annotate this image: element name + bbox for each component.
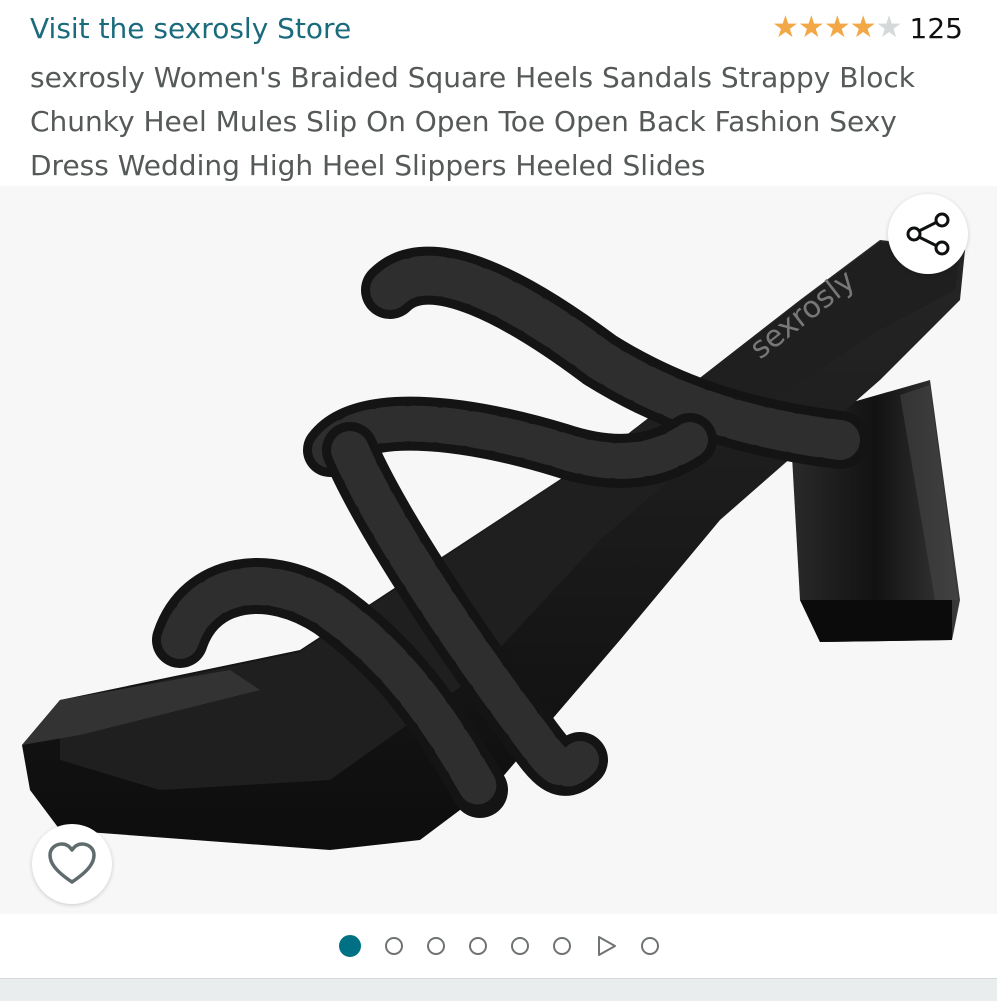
rating-count[interactable]: 125 (910, 12, 963, 45)
pager-dot[interactable] (468, 937, 487, 955)
visit-store-link[interactable]: Visit the sexrosly Store (30, 12, 351, 45)
pager-dot[interactable] (640, 937, 659, 955)
star-empty-icon: ★ (875, 10, 903, 45)
rating-summary[interactable]: ★ ★ ★ ★ ★ 125 (772, 10, 963, 46)
product-title: sexrosly Women's Braided Square Heels Sa… (30, 61, 915, 182)
product-image-gallery[interactable]: sexrosly (0, 186, 997, 914)
video-play-icon[interactable] (595, 935, 617, 957)
share-button[interactable] (888, 194, 968, 274)
black-braided-sandal-image[interactable]: sexrosly (0, 186, 997, 914)
section-divider (0, 978, 997, 1001)
star-rating: ★ ★ ★ ★ ★ (772, 10, 903, 46)
star-full-icon: ★ (797, 10, 825, 45)
pager-dot-active[interactable] (338, 935, 361, 957)
pager-dot[interactable] (552, 937, 571, 955)
heart-icon (48, 842, 96, 884)
pager-dot[interactable] (384, 937, 403, 955)
star-full-icon: ★ (772, 10, 799, 45)
share-icon (906, 212, 950, 256)
star-full-icon: ★ (823, 10, 851, 45)
star-full-icon: ★ (849, 10, 877, 45)
wishlist-button[interactable] (32, 824, 112, 904)
pager-dot[interactable] (426, 937, 445, 955)
image-pager[interactable] (0, 914, 997, 978)
pager-dot[interactable] (510, 937, 529, 955)
